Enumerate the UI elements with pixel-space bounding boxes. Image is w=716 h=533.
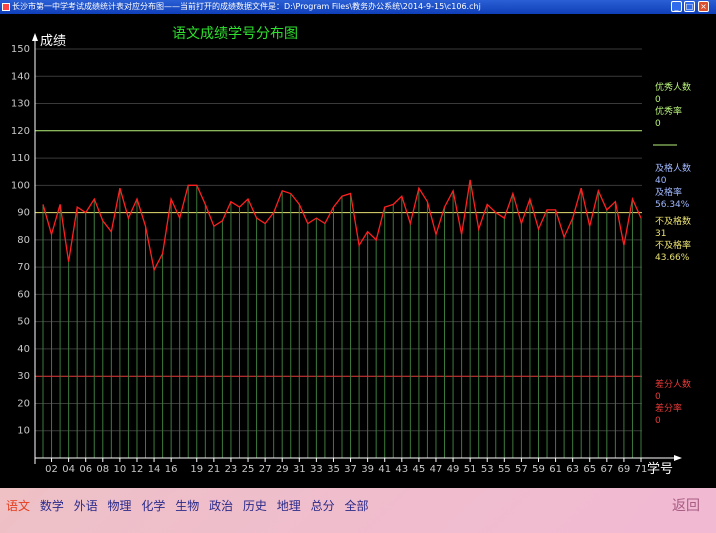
excellent-rate: 0 [655, 119, 661, 129]
nav-item-english[interactable]: 外语 [74, 499, 98, 513]
x-tick-label-57: 57 [515, 464, 528, 475]
y-tick-label-110: 110 [11, 153, 30, 164]
x-tick-label-23: 23 [225, 464, 238, 475]
y-tick-label-100: 100 [11, 180, 30, 191]
x-tick-label-27: 27 [259, 464, 272, 475]
y-tick-label-150: 150 [11, 44, 30, 55]
y-tick-label-30: 30 [17, 371, 30, 382]
x-tick-label-39: 39 [361, 464, 374, 475]
x-tick-label-16: 16 [165, 464, 178, 475]
y-tick-label-140: 140 [11, 71, 30, 82]
chart-title: 语文成绩学号分布图 [172, 26, 298, 42]
x-tick-label-53: 53 [481, 464, 494, 475]
x-axis-label: 学号 [647, 461, 673, 477]
nav-item-total[interactable]: 总分 [311, 499, 335, 513]
y-tick-label-10: 10 [17, 426, 30, 437]
nav-item-chinese[interactable]: 语文 [6, 499, 30, 513]
x-tick-label-65: 65 [583, 464, 596, 475]
x-tick-label-04: 04 [62, 464, 75, 475]
nav-item-math[interactable]: 数学 [40, 499, 64, 513]
nav-item-history[interactable]: 历史 [243, 499, 267, 513]
close-button[interactable]: × [698, 1, 709, 12]
y-axis-label: 成绩 [40, 34, 66, 49]
x-tick-label-29: 29 [276, 464, 289, 475]
x-tick-label-33: 33 [310, 464, 323, 475]
poor-rate: 0 [655, 416, 661, 426]
x-tick-label-51: 51 [464, 464, 477, 475]
x-tick-label-71: 71 [635, 464, 648, 475]
back-button[interactable]: 返回 [672, 495, 700, 515]
x-tick-label-08: 08 [96, 464, 109, 475]
x-tick-label-67: 67 [600, 464, 613, 475]
window-titlebar: 长沙市第一中学考试成绩统计表对应分布图——当前打开的成绩数据文件是：D:\Pro… [0, 0, 716, 14]
app-icon [2, 3, 10, 11]
nav-item-physics[interactable]: 物理 [108, 499, 132, 513]
excellent-rate-label: 优秀率 [655, 107, 683, 117]
nav-item-biology[interactable]: 生物 [175, 499, 199, 513]
subject-nav: 语文 数学 外语 物理 化学 生物 政治 历史 地理 总分 全部 [6, 497, 374, 514]
x-tick-label-10: 10 [114, 464, 127, 475]
x-tick-label-37: 37 [344, 464, 357, 475]
x-tick-label-55: 55 [498, 464, 511, 475]
y-tick-label-130: 130 [11, 99, 30, 110]
x-tick-label-47: 47 [430, 464, 443, 475]
maximize-button[interactable]: □ [684, 1, 695, 12]
y-tick-label-60: 60 [17, 289, 30, 300]
poor-count-label: 差分人数 [655, 380, 692, 390]
y-tick-label-120: 120 [11, 126, 30, 137]
nav-item-politics[interactable]: 政治 [209, 499, 233, 513]
x-tick-label-61: 61 [549, 464, 562, 475]
y-tick-label-70: 70 [17, 262, 30, 273]
pass-rate: 56.34% [655, 200, 690, 210]
x-tick-label-63: 63 [566, 464, 579, 475]
poor-rate-label: 差分率 [655, 404, 683, 414]
x-axis-arrow [674, 455, 682, 461]
pass-count-label: 及格人数 [655, 164, 692, 174]
x-tick-label-21: 21 [207, 464, 220, 475]
nav-item-all[interactable]: 全部 [344, 499, 368, 513]
chart-area: 10 20 30 40 50 60 70 80 90 100 110 120 130 140 150 02 04… [0, 14, 716, 488]
x-tick-label-12: 12 [131, 464, 144, 475]
y-tick-label-50: 50 [17, 317, 30, 328]
score-chart: 10203040506070809010011012013014015002 04… [11, 26, 682, 477]
poor-count: 0 [655, 392, 661, 402]
x-tick-label-69: 69 [618, 464, 631, 475]
x-tick-label-45: 45 [413, 464, 426, 475]
minimize-button[interactable]: _ [671, 1, 682, 12]
y-tick-label-80: 80 [17, 235, 30, 246]
window-title: 长沙市第一中学考试成绩统计表对应分布图——当前打开的成绩数据文件是：D:\Pro… [12, 2, 481, 11]
y-tick-label-20: 20 [17, 398, 30, 409]
x-tick-label-02: 02 [45, 464, 58, 475]
x-tick-label-06: 06 [79, 464, 92, 475]
nav-item-chemistry[interactable]: 化学 [141, 499, 165, 513]
x-tick-label-49: 49 [447, 464, 460, 475]
fail-rate: 43.66% [655, 253, 690, 263]
pass-count: 40 [655, 176, 667, 186]
x-tick-label-59: 59 [532, 464, 545, 475]
pass-rate-label: 及格率 [655, 188, 683, 198]
fail-rate-label: 不及格率 [655, 241, 692, 251]
excellent-count-label: 优秀人数 [655, 83, 692, 93]
x-tick-label-31: 31 [293, 464, 306, 475]
y-tick-label-90: 90 [17, 208, 30, 219]
nav-item-geography[interactable]: 地理 [277, 499, 301, 513]
y-axis-arrow [32, 33, 38, 41]
excellent-count: 0 [655, 95, 661, 105]
x-tick-label-19: 19 [190, 464, 203, 475]
fail-count: 31 [655, 229, 667, 239]
x-tick-label-14: 14 [148, 464, 161, 475]
y-tick-label-40: 40 [17, 344, 30, 355]
fail-count-label: 不及格数 [655, 217, 692, 227]
x-tick-label-43: 43 [395, 464, 408, 475]
x-tick-label-25: 25 [242, 464, 255, 475]
x-tick-label-41: 41 [378, 464, 391, 475]
x-tick-label-35: 35 [327, 464, 340, 475]
